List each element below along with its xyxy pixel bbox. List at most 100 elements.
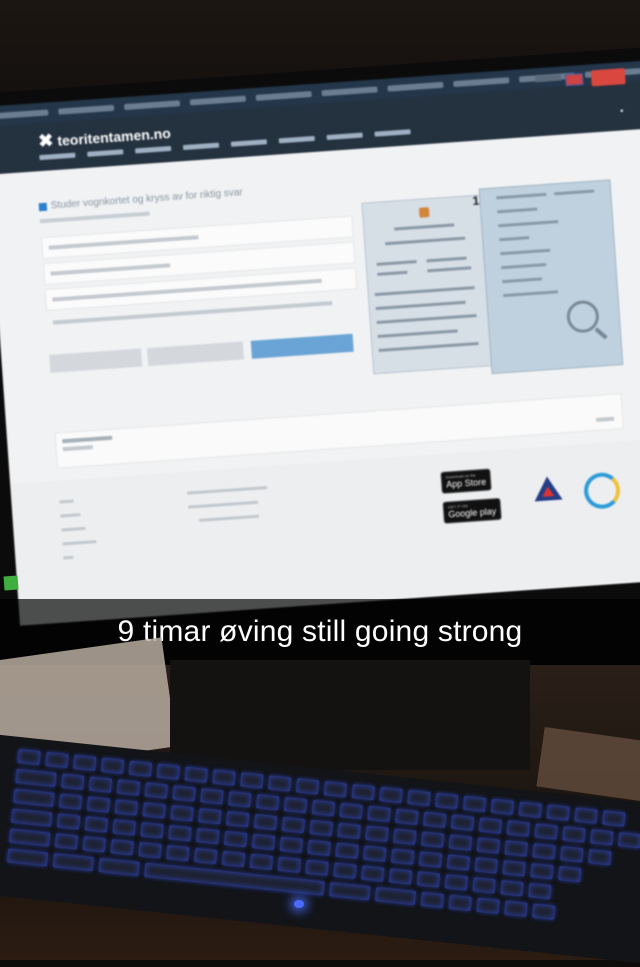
keyboard-key — [418, 851, 443, 868]
nav-item[interactable] — [374, 129, 411, 137]
keyboard-key — [144, 782, 168, 799]
bookmark[interactable] — [321, 86, 378, 97]
partner-logo-circle[interactable] — [582, 471, 622, 510]
monitor-stand — [170, 660, 530, 770]
keyboard-key — [391, 848, 415, 865]
start-button-icon[interactable] — [3, 575, 19, 591]
keyboard-key — [518, 801, 542, 818]
footer-link[interactable] — [60, 513, 81, 518]
keyboard-key — [277, 856, 301, 873]
keyboard-key — [407, 789, 431, 807]
keyboard-key — [351, 784, 375, 801]
keyboard-key — [530, 863, 554, 880]
keyboard-key — [532, 903, 556, 920]
keyboard-key — [435, 792, 459, 810]
keyboard-key — [240, 772, 264, 789]
keyboard-key — [393, 828, 417, 845]
keyboard-logo-led — [294, 900, 304, 908]
bookmark[interactable] — [0, 109, 49, 120]
keyboard-key — [61, 773, 85, 790]
login-button[interactable] — [590, 68, 626, 87]
keyboard-key — [82, 836, 106, 853]
nav-item[interactable] — [135, 145, 172, 154]
keyboard-key — [114, 799, 139, 816]
vehicle-registration-document[interactable] — [361, 194, 496, 375]
keyboard-key — [588, 849, 612, 866]
keyboard-key — [528, 883, 552, 900]
keyboard-key — [196, 828, 220, 845]
nav-item[interactable] — [278, 135, 315, 144]
document-number: 1 — [472, 193, 480, 209]
keyboard-key — [388, 868, 413, 885]
bookmark[interactable] — [453, 77, 510, 88]
keyboard-key — [363, 845, 387, 862]
snap-caption: 9 timar øving still going strong — [117, 615, 523, 648]
keyboard-key — [474, 857, 498, 874]
progress-label — [62, 435, 113, 444]
keyboard-key — [361, 865, 385, 882]
nav-item[interactable] — [39, 152, 76, 161]
flag-icon[interactable] — [564, 73, 584, 87]
keyboard-key — [128, 760, 153, 777]
keyboard-key — [534, 823, 558, 840]
keyboard-key — [444, 874, 468, 891]
nav-item[interactable] — [182, 142, 220, 151]
keyboard-key — [73, 754, 97, 771]
bookmark[interactable] — [58, 104, 115, 115]
question-heading: Studer vognkortet og kryss av for riktig… — [38, 187, 243, 212]
keyboard-key — [58, 793, 83, 810]
keyboard-key — [156, 763, 180, 780]
checkbox-icon — [38, 202, 48, 211]
bookmark[interactable] — [255, 91, 312, 101]
nav-item[interactable] — [87, 149, 124, 157]
keyboard-key — [506, 820, 530, 837]
keyboard-key — [560, 846, 584, 863]
footer-link[interactable] — [62, 540, 97, 546]
keyboard-key — [574, 807, 598, 824]
keyboard-key — [446, 854, 471, 871]
answer-text — [50, 263, 171, 276]
logo-text: teoritentamen.no — [56, 124, 172, 149]
keyboard-key — [100, 757, 125, 774]
keyboard-key — [116, 779, 141, 796]
footer-link[interactable] — [59, 499, 74, 504]
keyboard-key — [56, 813, 81, 830]
keyboard-key — [168, 825, 192, 842]
keyboard-key — [283, 797, 308, 814]
keyboard-key — [110, 839, 134, 856]
keyboard-key — [170, 805, 194, 822]
nav-item[interactable] — [326, 132, 363, 141]
keyboard-key — [184, 766, 208, 783]
countdown-indicator: ● — [619, 108, 624, 115]
previous-button[interactable] — [49, 348, 143, 373]
keyboard-key — [490, 798, 515, 815]
skip-button[interactable] — [146, 341, 245, 367]
google-play-badge[interactable]: GET IT ON Google play — [442, 497, 502, 524]
footer-link[interactable] — [61, 526, 86, 532]
keyboard-key — [295, 778, 320, 795]
keyboard-key — [502, 860, 526, 877]
question-heading-text: Studer vognkortet og kryss av for riktig… — [50, 187, 244, 212]
keyboard-key — [416, 871, 441, 888]
keyboard-key — [309, 819, 333, 837]
bookmark[interactable] — [123, 100, 181, 111]
keyboard-key — [166, 845, 190, 862]
keyboard-key — [194, 847, 218, 865]
keyboard-key — [223, 830, 248, 848]
next-button[interactable] — [250, 333, 354, 359]
keyboard-key — [253, 814, 278, 831]
keyboard-key — [532, 843, 556, 860]
keyboard-key — [335, 842, 359, 859]
footer-contact — [187, 486, 268, 495]
keyboard-key — [140, 822, 164, 839]
vehicle-registration-detail[interactable]: 1 — [472, 179, 624, 375]
partner-logo-inner — [541, 486, 555, 497]
app-store-badge[interactable]: Download on the App Store — [440, 468, 492, 494]
keyboard-key — [200, 788, 224, 805]
footer-link[interactable] — [63, 555, 74, 560]
nav-item[interactable] — [230, 139, 268, 147]
bookmark[interactable] — [387, 81, 444, 92]
keyboard-key — [45, 751, 69, 769]
monitor-screen: ✖ teoritentamen.no ● Studer vognkortet o… — [0, 60, 640, 626]
bookmark[interactable] — [189, 95, 247, 106]
